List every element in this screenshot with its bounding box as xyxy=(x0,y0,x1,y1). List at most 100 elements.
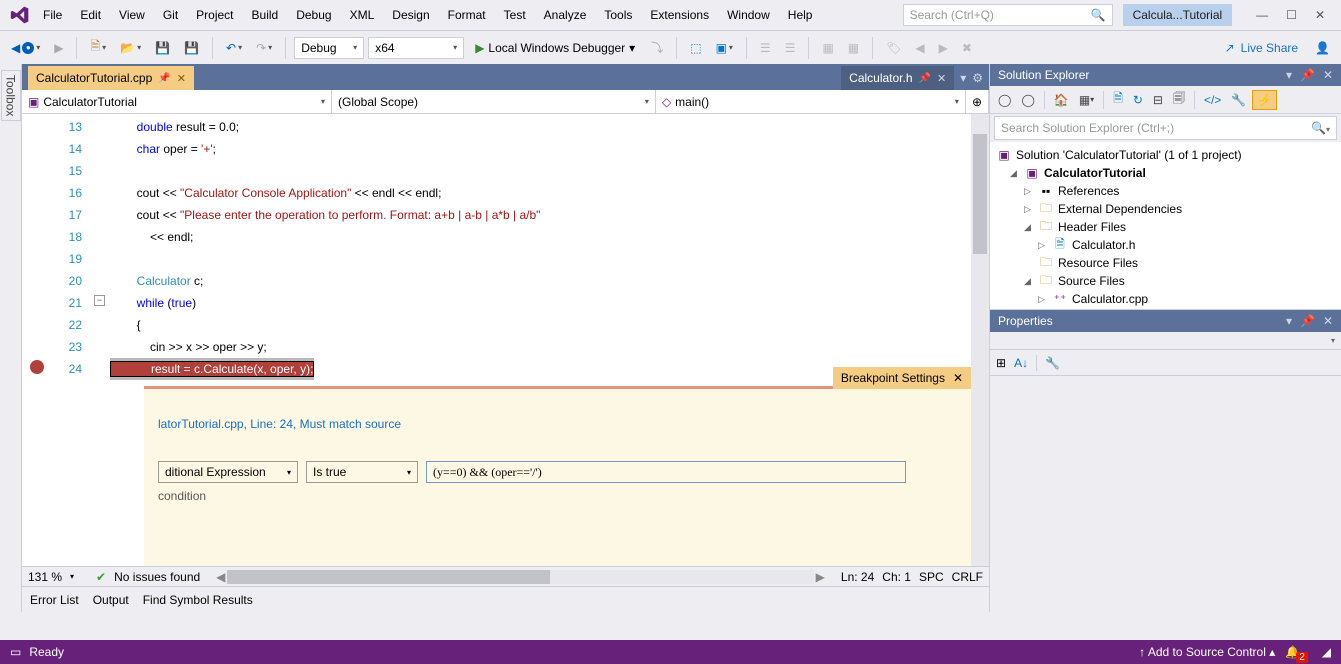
outdent-icon[interactable]: ☰ xyxy=(780,38,801,58)
close-icon[interactable]: ✕ xyxy=(1323,68,1333,82)
source-files-node[interactable]: ◢🗀Source Files xyxy=(996,272,1335,290)
collapse-icon[interactable]: ⊟ xyxy=(1149,90,1167,110)
pin-icon[interactable]: 📌 xyxy=(1300,314,1315,328)
back-icon[interactable]: ◯ xyxy=(994,90,1015,110)
wrench-icon[interactable]: 🔧 xyxy=(1045,356,1060,370)
save-all-button[interactable]: 💾 xyxy=(179,38,204,58)
fold-margin[interactable]: − xyxy=(92,114,110,566)
preview-icon[interactable]: ⚡ xyxy=(1252,90,1277,110)
refresh-icon[interactable]: ↻ xyxy=(1129,90,1147,110)
forward-icon[interactable]: ◯ xyxy=(1017,90,1038,110)
condition-eval-combo[interactable]: Is true▾ xyxy=(306,461,418,483)
split-button[interactable]: ⊕ xyxy=(966,90,989,113)
references-node[interactable]: ▷▪▪References xyxy=(996,182,1335,200)
forward-button[interactable]: ▶ xyxy=(49,38,68,58)
header-files-node[interactable]: ◢🗀Header Files xyxy=(996,218,1335,236)
tab-calculator-tutorial-cpp[interactable]: CalculatorTutorial.cpp 📌 ✕ xyxy=(28,66,194,90)
project-node[interactable]: ◢▣CalculatorTutorial xyxy=(996,164,1335,182)
tab-dropdown-icon[interactable]: ▾ xyxy=(960,71,966,85)
notifications-button[interactable]: 🔔2 xyxy=(1285,645,1312,659)
show-all-icon[interactable]: 🗐 xyxy=(1169,86,1189,113)
close-tab-icon[interactable]: ✕ xyxy=(937,72,946,85)
breakpoint-margin[interactable] xyxy=(22,114,52,566)
pin-icon[interactable]: 📌 xyxy=(1300,68,1315,82)
lineending-indicator[interactable]: CRLF xyxy=(952,570,983,584)
menu-debug[interactable]: Debug xyxy=(287,2,340,28)
comment-icon[interactable]: ▦ xyxy=(817,38,838,58)
nav-project-combo[interactable]: ▣ CalculatorTutorial▾ xyxy=(22,90,332,113)
close-icon[interactable]: ✕ xyxy=(1323,314,1333,328)
output-tab-error-list[interactable]: Error List xyxy=(30,593,79,607)
zoom-level[interactable]: 131 % xyxy=(28,570,62,584)
resource-files-node[interactable]: 🗀Resource Files xyxy=(996,254,1335,272)
toolbar-icon-2[interactable]: ▣▾ xyxy=(711,38,738,58)
menu-view[interactable]: View xyxy=(110,2,154,28)
calculator-h-node[interactable]: ▷🗎Calculator.h xyxy=(996,236,1335,254)
menu-format[interactable]: Format xyxy=(439,2,495,28)
code-icon[interactable]: </> xyxy=(1200,90,1225,110)
menu-window[interactable]: Window xyxy=(718,2,779,28)
redo-button[interactable]: ↷▾ xyxy=(251,38,277,58)
dropdown-icon[interactable]: ▾ xyxy=(1286,68,1292,82)
menu-tools[interactable]: Tools xyxy=(595,2,641,28)
menu-extensions[interactable]: Extensions xyxy=(641,2,718,28)
nav-member-combo[interactable]: ◇ main()▾ xyxy=(656,90,966,113)
menu-test[interactable]: Test xyxy=(495,2,535,28)
bookmark-prev-icon[interactable]: ◀ xyxy=(910,38,929,58)
platform-combo[interactable]: x64▾ xyxy=(368,37,464,59)
add-source-control[interactable]: ↑ Add to Source Control ▴ xyxy=(1139,645,1275,659)
solution-explorer-search[interactable]: Search Solution Explorer (Ctrl+;) 🔍▾ xyxy=(994,116,1337,140)
condition-type-combo[interactable]: ditional Expression▾ xyxy=(158,461,298,483)
categorized-icon[interactable]: ⊞ xyxy=(996,356,1006,370)
calculator-cpp-node[interactable]: ▷⁺⁺Calculator.cpp xyxy=(996,290,1335,308)
close-button[interactable]: ✕ xyxy=(1315,8,1325,22)
bookmark-icon[interactable]: 🏷 xyxy=(881,38,906,58)
indent-icon[interactable]: ☰ xyxy=(755,38,776,58)
solution-node[interactable]: ▣Solution 'CalculatorTutorial' (1 of 1 p… xyxy=(996,146,1335,164)
external-deps-node[interactable]: ▷🗀External Dependencies xyxy=(996,200,1335,218)
output-tab-find-symbol-results[interactable]: Find Symbol Results xyxy=(143,593,253,607)
fold-collapse-icon[interactable]: − xyxy=(94,295,105,306)
col-indicator[interactable]: Ch: 1 xyxy=(882,570,911,584)
menu-analyze[interactable]: Analyze xyxy=(535,2,596,28)
bookmark-next-icon[interactable]: ▶ xyxy=(934,38,953,58)
pin-icon[interactable]: 📌 xyxy=(919,73,931,84)
menu-git[interactable]: Git xyxy=(154,2,187,28)
condition-expression-input[interactable] xyxy=(426,461,906,483)
spaces-indicator[interactable]: SPC xyxy=(919,570,944,584)
menu-project[interactable]: Project xyxy=(187,2,242,28)
menu-xml[interactable]: XML xyxy=(341,2,384,28)
dropdown-icon[interactable]: ▾ xyxy=(1286,314,1292,328)
search-box[interactable]: Search (Ctrl+Q) 🔍 xyxy=(903,4,1113,26)
tab-settings-icon[interactable]: ⚙ xyxy=(972,71,983,85)
toolbar-icon-1[interactable]: ⬚ xyxy=(685,38,706,58)
nav-scope-combo[interactable]: (Global Scope)▾ xyxy=(332,90,656,113)
close-tab-icon[interactable]: ✕ xyxy=(177,72,186,85)
menu-edit[interactable]: Edit xyxy=(71,2,110,28)
step-over-button[interactable]: ⤵ xyxy=(646,36,668,59)
config-combo[interactable]: Debug▾ xyxy=(294,37,364,59)
open-button[interactable]: 📂▾ xyxy=(115,38,146,58)
save-button[interactable]: 💾 xyxy=(150,38,175,58)
issues-status[interactable]: No issues found xyxy=(114,570,200,584)
bookmark-clear-icon[interactable]: ✖ xyxy=(957,38,977,58)
pin-icon[interactable]: 📌 xyxy=(158,73,170,84)
uncomment-icon[interactable]: ▦ xyxy=(843,38,864,58)
minimize-button[interactable]: — xyxy=(1256,8,1268,22)
feedback-button[interactable]: 👤 xyxy=(1310,38,1335,58)
menu-design[interactable]: Design xyxy=(383,2,438,28)
back-button[interactable]: ◀●▾ xyxy=(6,38,45,58)
output-tab-output[interactable]: Output xyxy=(93,593,129,607)
alphabetical-icon[interactable]: A↓ xyxy=(1014,356,1028,370)
new-project-button[interactable]: 🗎▾ xyxy=(85,34,111,61)
properties-icon[interactable]: 🔧 xyxy=(1227,90,1250,110)
close-icon[interactable]: ✕ xyxy=(953,371,963,385)
sync-icon[interactable]: 🗎 xyxy=(1109,86,1127,113)
tab-calculator-h[interactable]: Calculator.h 📌 ✕ xyxy=(841,66,954,90)
menu-build[interactable]: Build xyxy=(243,2,288,28)
toolbox-strip[interactable]: Toolbox xyxy=(0,64,22,612)
live-share-button[interactable]: ↗ Live Share xyxy=(1217,41,1306,55)
maximize-button[interactable]: ☐ xyxy=(1286,8,1297,22)
undo-button[interactable]: ↶▾ xyxy=(221,38,247,58)
code-editor[interactable]: 131415161718192021222324 − double result… xyxy=(22,114,989,566)
